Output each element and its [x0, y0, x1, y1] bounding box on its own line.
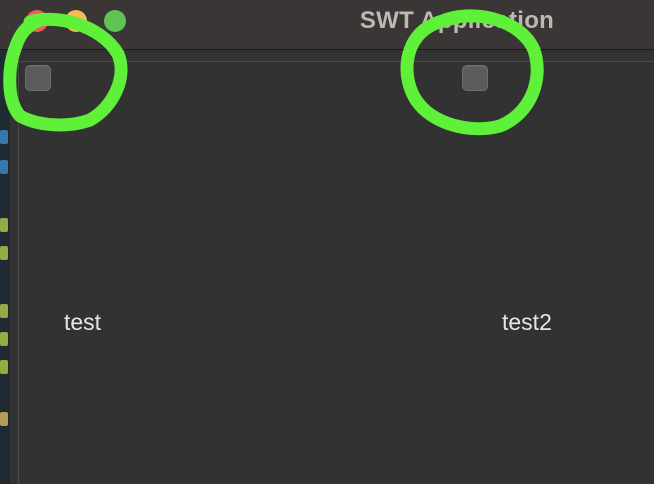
code-fragment [0, 304, 8, 318]
label-test2: test2 [502, 309, 552, 335]
label-test: test [64, 309, 102, 335]
code-fragment [0, 130, 8, 144]
checkbox-test[interactable] [25, 65, 51, 91]
checkbox-test2[interactable] [462, 65, 488, 91]
window-titlebar[interactable]: SWT Application [0, 0, 654, 50]
screenshot: SWT Application test test2 [0, 0, 654, 484]
composite-panel [18, 61, 654, 484]
background-code-editor [0, 0, 10, 484]
code-fragment [0, 218, 8, 232]
code-fragment [0, 246, 8, 260]
code-fragment [0, 332, 8, 346]
code-fragment [0, 360, 8, 374]
code-fragment [0, 412, 8, 426]
window-title: SWT Application [359, 7, 555, 34]
window-content: test test2 [10, 50, 654, 484]
code-fragment [0, 160, 8, 174]
